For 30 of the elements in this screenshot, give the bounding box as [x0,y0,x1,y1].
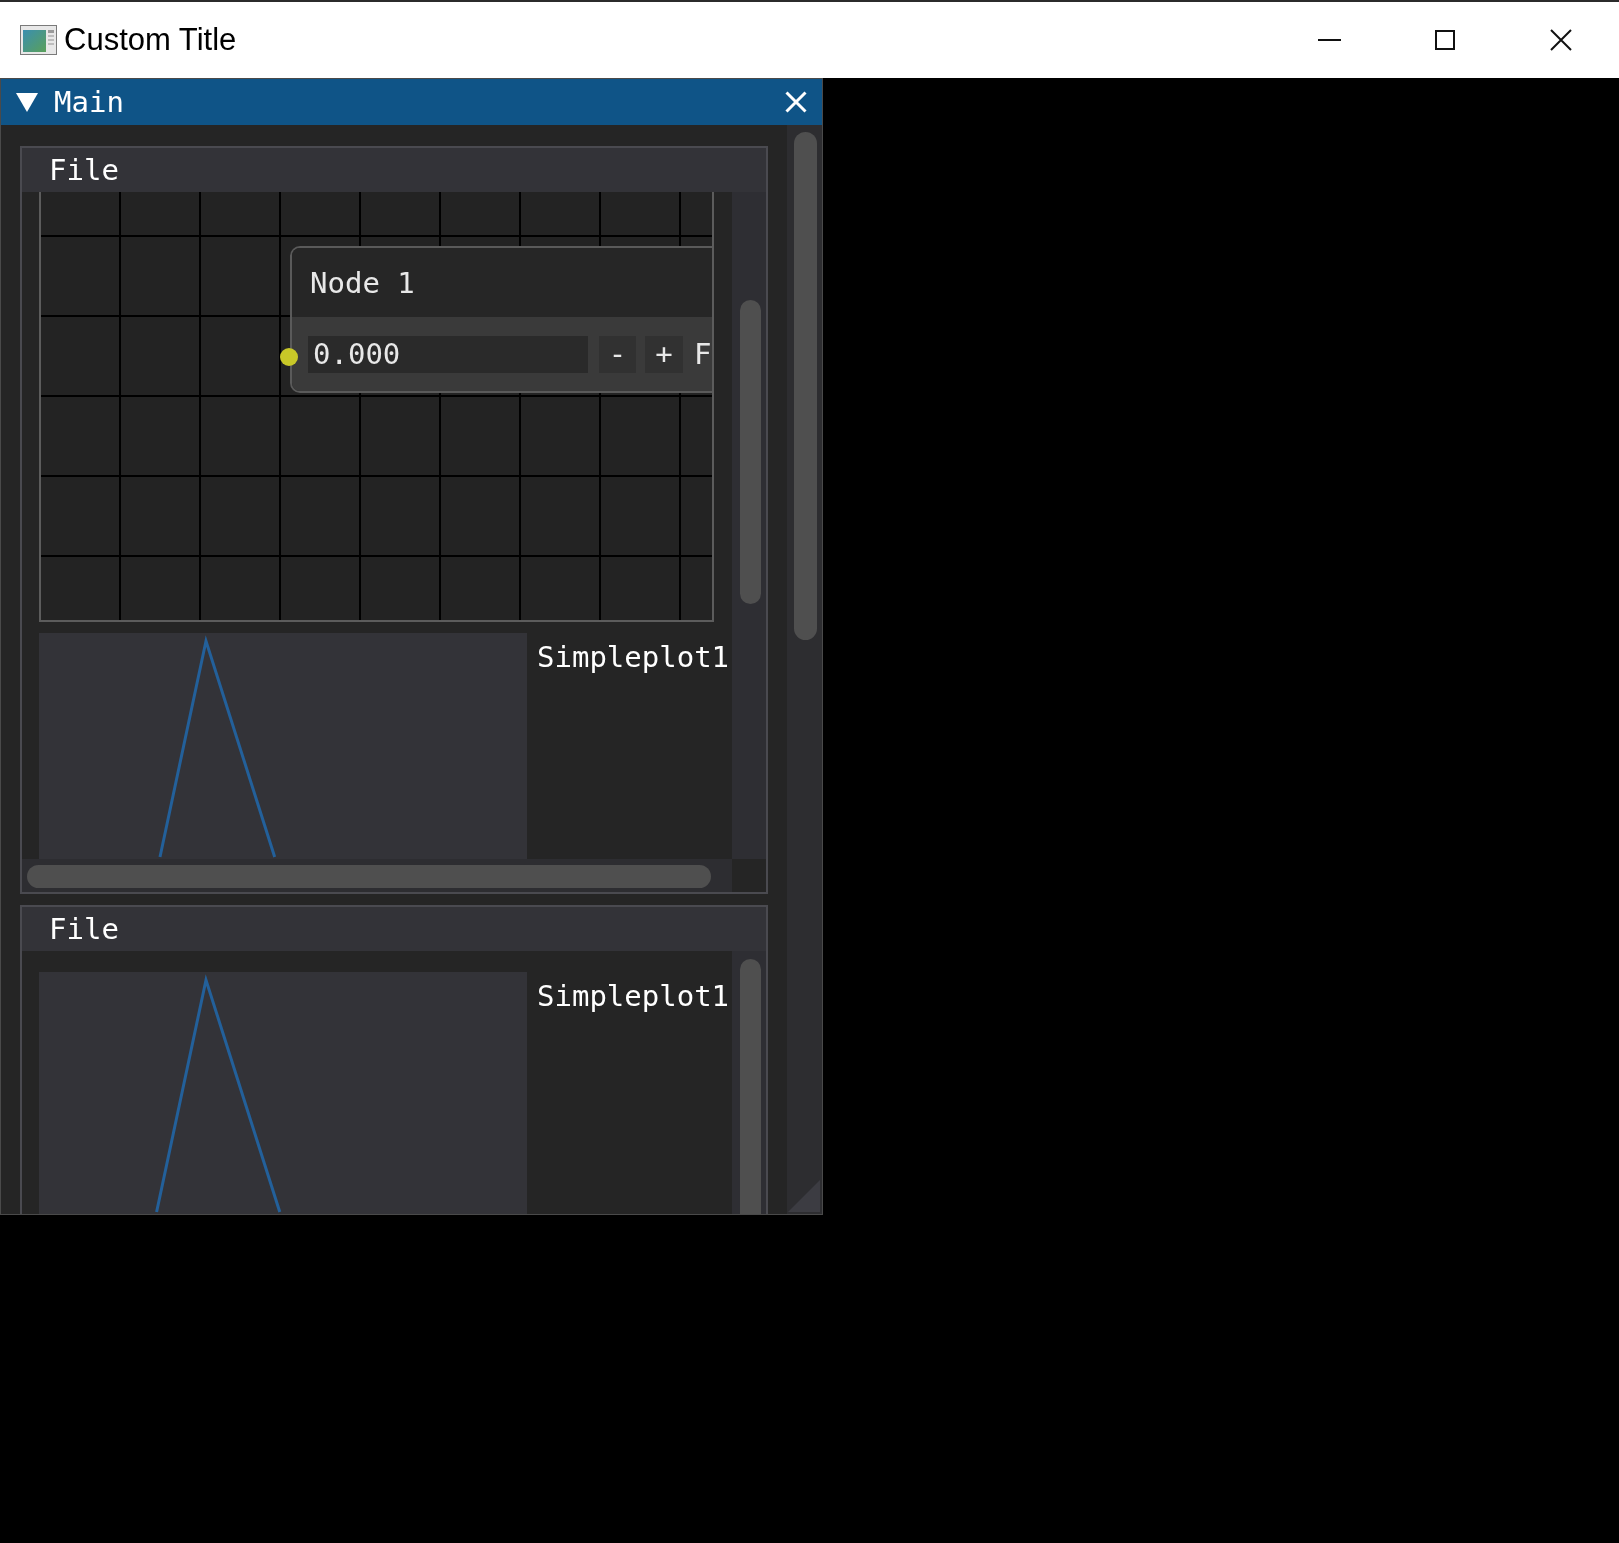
node-editor-canvas[interactable]: Node 1 0.000 - + F [39,192,714,622]
input-pin-icon[interactable] [280,348,298,366]
close-icon [1550,29,1572,51]
scrollbar-thumb[interactable] [740,300,761,604]
increment-button[interactable]: + [645,335,683,373]
close-icon [784,91,807,113]
menu-item[interactable]: File [47,912,121,946]
vertical-scrollbar[interactable] [732,192,766,859]
value-input-field[interactable]: 0.000 [308,335,588,373]
maximize-icon [1435,30,1455,50]
vertical-scrollbar[interactable] [787,125,822,1214]
plot-label: Simpleplot1 [537,978,730,1013]
menu-item[interactable]: File [47,153,121,187]
scrollbar-thumb[interactable] [740,959,761,1214]
node-title: Node 1 [310,265,415,300]
node-field-label: F [694,337,712,371]
plot-label: Simpleplot1 [537,639,730,674]
node-card[interactable]: Node 1 0.000 - + F [290,246,712,393]
decrement-button[interactable]: - [599,335,636,373]
horizontal-scrollbar[interactable] [22,859,732,892]
panel-close-button[interactable] [784,90,807,114]
scrollbar-thumb[interactable] [794,132,817,640]
panel-title: Main [54,84,124,121]
triangle-icon[interactable] [16,92,38,112]
app-icon [20,25,57,55]
vertical-scrollbar[interactable] [732,951,766,1214]
resize-grip[interactable] [788,1180,820,1212]
scrollbar-thumb[interactable] [27,865,711,888]
minimize-icon [1317,39,1341,41]
window-title: Custom Title [64,22,237,58]
